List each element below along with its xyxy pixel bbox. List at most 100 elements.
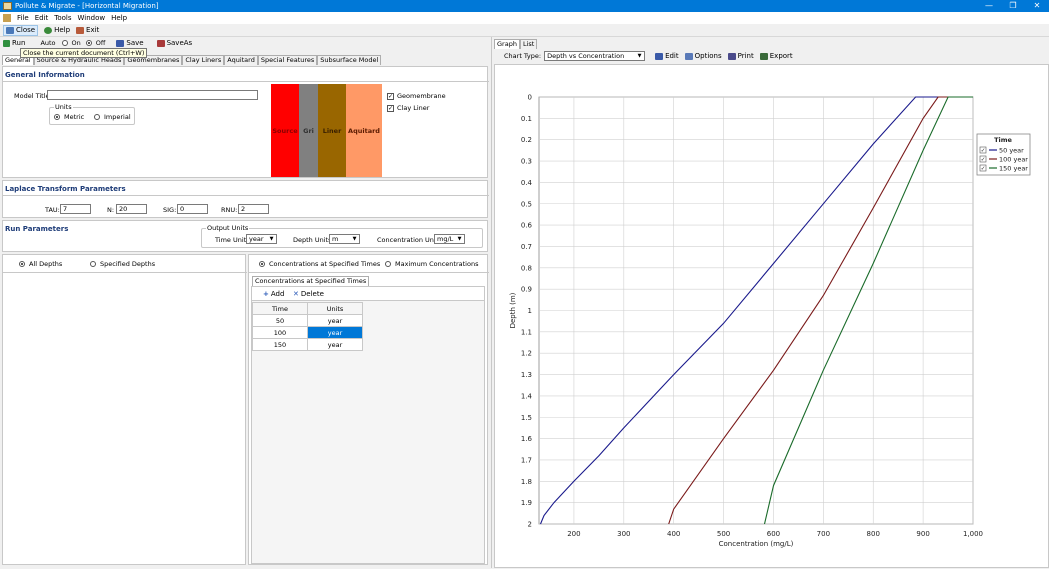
all-depths-label: All Depths <box>29 260 63 268</box>
rnu-label: RNU: <box>221 206 238 214</box>
tab-subsurface-model[interactable]: Subsurface Model <box>317 55 382 65</box>
clay-liner-checkbox[interactable]: ✓ Clay Liner <box>387 104 429 112</box>
close-window-button[interactable]: ✕ <box>1025 0 1049 12</box>
chevron-down-icon: ▼ <box>269 236 274 242</box>
model-title-input[interactable] <box>47 90 258 100</box>
tau-label: TAU: <box>45 206 60 214</box>
print-button[interactable]: Print <box>727 52 754 60</box>
menu-edit[interactable]: Edit <box>35 14 49 22</box>
document-panel: Run Auto On Off Save SaveAs General Sour… <box>0 37 489 568</box>
depth-units-select[interactable]: m ▼ <box>329 234 360 244</box>
tab-conc-specified-times[interactable]: Concentrations at Specified Times <box>252 276 370 286</box>
metric-label: Metric <box>64 113 85 121</box>
help-button-label: Help <box>54 26 71 34</box>
geomembrane-checkbox[interactable]: ✓ Geomembrane <box>387 92 446 100</box>
time-units-select[interactable]: year ▼ <box>246 234 277 244</box>
menu-window[interactable]: Window <box>78 14 106 22</box>
saveas-icon <box>156 39 165 47</box>
rnu-input[interactable]: 2 <box>238 204 269 214</box>
units-cell[interactable]: year <box>307 338 363 351</box>
export-button[interactable]: Export <box>759 52 793 60</box>
close-button[interactable]: Close <box>3 24 39 36</box>
tab-aquitard[interactable]: Aquitard <box>224 55 258 65</box>
options-button[interactable]: Options <box>684 52 722 60</box>
edit-button[interactable]: Edit <box>655 52 679 60</box>
max-conc-label: Maximum Concentrations <box>395 260 479 268</box>
general-info-header: General Information <box>5 71 85 79</box>
time-units-value: year <box>249 235 264 243</box>
title-bar: Pollute & Migrate - [Horizontal Migratio… <box>0 0 1049 12</box>
y-tick-label: 0.7 <box>521 243 532 251</box>
minimize-button[interactable]: — <box>977 0 1001 12</box>
all-depths-radio[interactable]: All Depths <box>19 260 62 268</box>
sig-label: SIG: <box>163 206 177 214</box>
clay-liner-label: Clay Liner <box>397 104 430 112</box>
x-axis-label: Concentration (mg/L) <box>719 540 794 548</box>
exit-button-label: Exit <box>86 26 100 34</box>
delete-button[interactable]: ✕ Delete <box>293 290 324 298</box>
auto-label: Auto <box>40 39 56 47</box>
depth-units-value: m <box>332 235 339 243</box>
tab-graph[interactable]: Graph <box>494 39 520 49</box>
header-units: Units <box>307 302 363 315</box>
time-cell[interactable]: 100 <box>252 326 308 339</box>
add-button[interactable]: + Add <box>263 290 284 298</box>
help-button[interactable]: Help <box>44 26 70 34</box>
exit-button[interactable]: Exit <box>76 26 99 34</box>
y-tick-label: 0.4 <box>521 179 533 187</box>
main-toolbar: Close Help Exit <box>0 24 1049 37</box>
saveas-button[interactable]: SaveAs <box>156 39 192 47</box>
chevron-down-icon: ▼ <box>457 236 462 242</box>
y-tick-label: 1.8 <box>521 478 532 486</box>
tab-list[interactable]: List <box>519 39 538 49</box>
metric-radio[interactable]: Metric <box>54 113 84 121</box>
printer-icon <box>727 52 736 60</box>
save-icon <box>116 39 125 47</box>
export-icon <box>759 52 768 60</box>
x-tick-label: 200 <box>567 530 580 538</box>
tau-input[interactable]: 7 <box>60 204 91 214</box>
restore-button[interactable]: ❐ <box>1001 0 1025 12</box>
export-label: Export <box>769 52 793 60</box>
n-input[interactable]: 20 <box>116 204 147 214</box>
imperial-radio[interactable]: Imperial <box>94 113 131 121</box>
sig-input[interactable]: 0 <box>177 204 208 214</box>
close-tooltip: Close the current document (Ctrl+W) <box>20 48 148 58</box>
menu-file[interactable]: File <box>17 14 29 22</box>
time-cell[interactable]: 150 <box>252 338 308 351</box>
chart-area: 200 300 400 500 600 700 800 900 1,000 0 0.1 0.2 0.3 0… <box>494 64 1049 568</box>
chart-type-label: Chart Type: <box>504 52 542 60</box>
run-icon <box>3 39 10 47</box>
conc-units-select[interactable]: mg/L ▼ <box>434 234 465 244</box>
header-time: Time <box>252 302 308 315</box>
options-icon <box>684 52 693 60</box>
tab-special-features[interactable]: Special Features <box>257 55 318 65</box>
max-conc-radio[interactable]: Maximum Concentrations <box>385 260 478 268</box>
chevron-down-icon: ▼ <box>637 53 642 59</box>
specified-depths-radio[interactable]: Specified Depths <box>90 260 155 268</box>
x-tick-label: 400 <box>667 530 680 538</box>
auto-off-radio[interactable]: Off <box>85 39 105 47</box>
doc-icon <box>3 14 11 22</box>
auto-on-radio[interactable]: On <box>61 39 81 47</box>
x-tick-label: 1,000 <box>963 530 983 538</box>
units-cell[interactable]: year <box>307 314 363 327</box>
menu-tools[interactable]: Tools <box>54 14 71 22</box>
tab-clay-liners[interactable]: Clay Liners <box>182 55 225 65</box>
chart-type-select[interactable]: Depth vs Concentration ▼ <box>544 51 646 61</box>
legend-label: 50 year <box>999 147 1024 155</box>
run-button[interactable]: Run <box>3 39 25 47</box>
menu-help[interactable]: Help <box>111 14 127 22</box>
save-button[interactable]: Save <box>116 39 144 47</box>
laplace-panel: Laplace Transform Parameters TAU: 7 N: 2… <box>2 180 489 218</box>
y-tick-label: 0 <box>528 94 532 102</box>
y-tick-label: 1.9 <box>521 499 532 507</box>
conc-specified-radio[interactable]: Concentrations at Specified Times <box>259 260 380 268</box>
run-params-panel: Run Parameters Output Units Time Units: … <box>2 220 488 252</box>
times-table: Time Units 50 year 100 year 150 year <box>252 302 363 351</box>
save-label: Save <box>126 39 144 47</box>
time-cell[interactable]: 50 <box>252 314 308 327</box>
y-tick-label: 0.8 <box>521 264 532 272</box>
x-tick-label: 500 <box>717 530 730 538</box>
units-cell[interactable]: year <box>307 326 363 339</box>
